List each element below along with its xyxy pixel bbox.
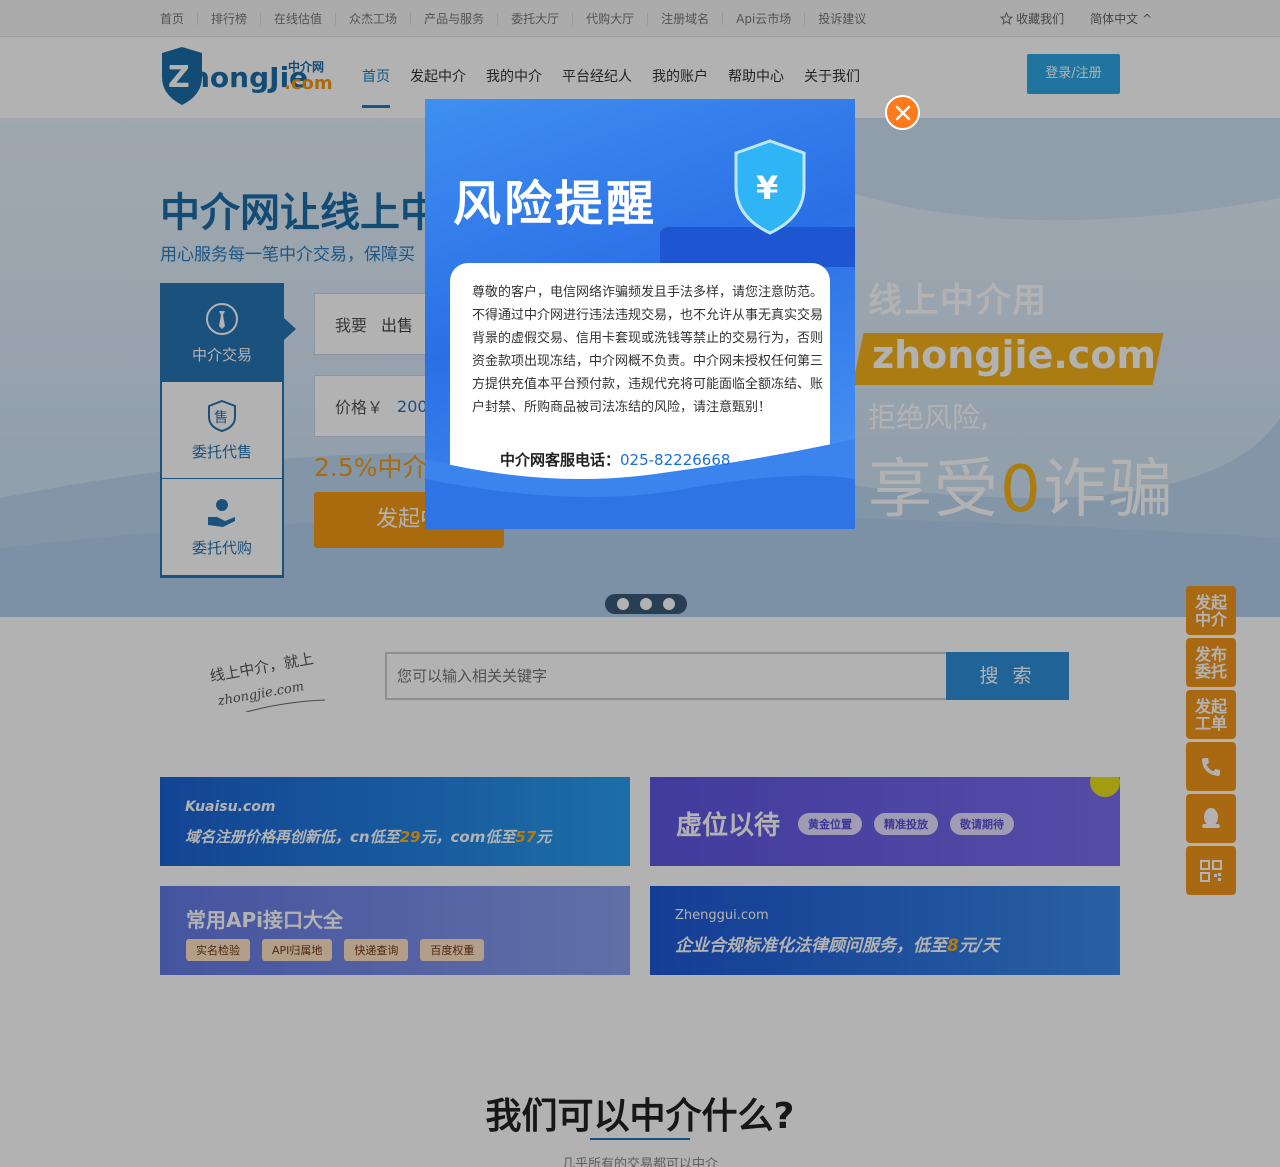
shield-yuan-icon: ¥: [734, 139, 806, 235]
close-icon: [895, 105, 910, 120]
modal-bottom-wave: [425, 439, 855, 529]
risk-warning-modal: 风险提醒 ¥ 尊敬的客户，电信网络诈骗频发且手法多样，请您注意防范。不得通过中介…: [425, 99, 855, 529]
modal-hotline: 中介网客服电话：025-82226668: [500, 449, 730, 470]
modal-close-button[interactable]: [885, 95, 920, 130]
hotline-number[interactable]: 025-82226668: [620, 451, 730, 469]
svg-text:¥: ¥: [756, 169, 778, 207]
hotline-label: 中介网客服电话：: [500, 451, 621, 469]
modal-title: 风险提醒: [453, 176, 658, 232]
modal-body: 尊敬的客户，电信网络诈骗频发且手法多样，请您注意防范。不得通过中介网进行违法违规…: [472, 285, 824, 415]
